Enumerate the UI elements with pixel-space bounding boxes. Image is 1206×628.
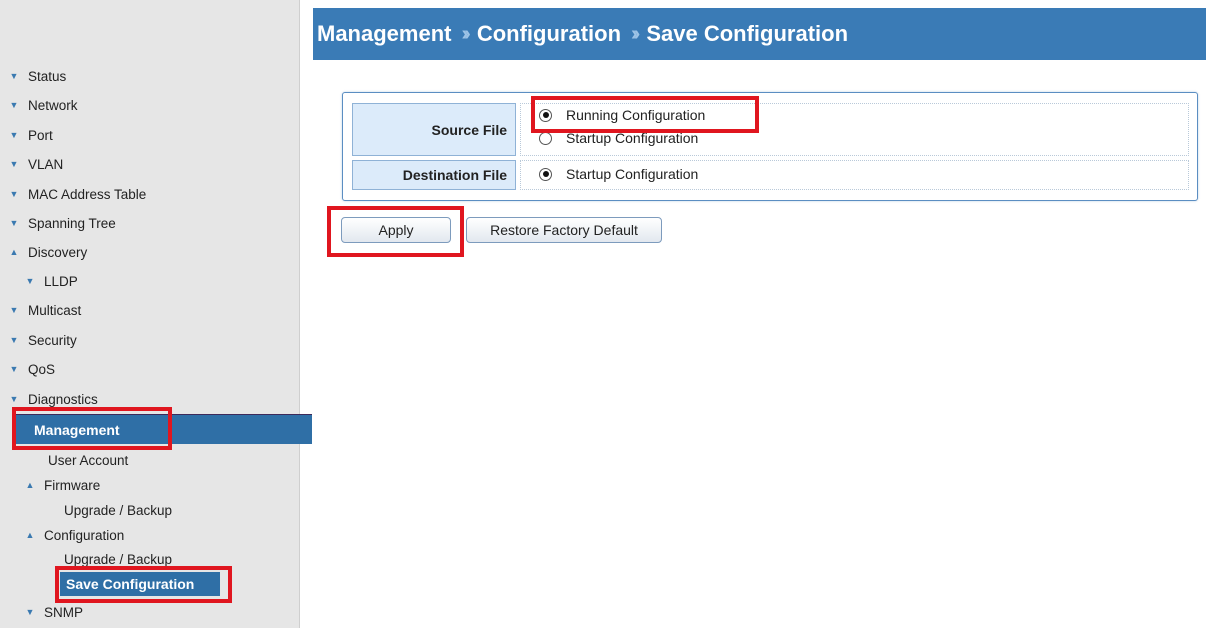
chevron-down-icon: ▼	[25, 276, 35, 286]
chevron-up-icon: ▲	[25, 480, 35, 490]
sidebar-item-save-configuration[interactable]: Save Configuration	[60, 572, 220, 596]
sidebar-item-configuration-upgrade-backup[interactable]: Upgrade / Backup	[0, 548, 172, 570]
sidebar-item-label: Configuration	[44, 527, 125, 543]
source-startup-radio[interactable]	[539, 131, 552, 145]
sidebar-item-vlan[interactable]: ▼ VLAN	[0, 153, 64, 175]
sidebar-item-label: Multicast	[28, 302, 82, 318]
chevron-down-icon: ▼	[9, 189, 19, 199]
destination-startup-label: Startup Configuration	[566, 166, 699, 182]
chevron-down-icon: ▼	[25, 607, 35, 617]
sidebar-item-label: Port	[28, 127, 53, 143]
radio-selected-dot	[542, 112, 549, 118]
sidebar-item-label: SNMP	[44, 604, 84, 620]
sidebar-item-label: VLAN	[28, 156, 64, 172]
sidebar-item-qos[interactable]: ▼ QoS	[0, 358, 55, 380]
sidebar-item-label: Status	[28, 68, 67, 84]
sidebar-item-configuration[interactable]: ▲ Configuration	[0, 524, 125, 546]
save-configuration-form: Source File Running Configuration Startu…	[342, 92, 1198, 201]
sidebar-item-spanning-tree[interactable]: ▼ Spanning Tree	[0, 212, 116, 234]
sidebar-item-label: Network	[28, 97, 78, 113]
chevron-down-icon: ▼	[9, 159, 19, 169]
sidebar-item-lldp[interactable]: ▼ LLDP	[0, 270, 78, 292]
destination-file-label-text: Destination File	[402, 167, 507, 183]
sidebar-item-management[interactable]: Management	[12, 414, 312, 444]
breadcrumb-management: Management	[317, 21, 452, 46]
sidebar-item-label: Save Configuration	[66, 576, 195, 592]
chevron-up-icon: ▲	[9, 247, 19, 257]
sidebar-item-label: Spanning Tree	[28, 215, 116, 231]
breadcrumb-separator: ››	[461, 22, 471, 45]
chevron-up-icon: ▲	[25, 530, 35, 540]
radio-selected-dot	[542, 171, 549, 177]
sidebar-item-label: Discovery	[28, 244, 88, 260]
page-title: Save Configuration	[646, 21, 849, 46]
sidebar-item-label: LLDP	[44, 273, 78, 289]
sidebar: ▼ Status ▼ Network ▼ Port ▼ VLAN ▼ MAC Addres…	[0, 0, 312, 628]
sidebar-item-label: Upgrade / Backup	[64, 551, 173, 567]
sidebar-item-port[interactable]: ▼ Port	[0, 124, 53, 146]
source-file-label-text: Source File	[431, 121, 507, 138]
sidebar-item-label: Firmware	[44, 477, 101, 493]
destination-startup-option[interactable]: Startup Configuration	[539, 166, 698, 182]
sidebar-item-diagnostics[interactable]: ▼ Diagnostics	[0, 388, 98, 410]
breadcrumb-separator: ››	[631, 22, 641, 45]
source-startup-label: Startup Configuration	[566, 130, 699, 146]
sidebar-item-label: User Account	[48, 452, 129, 468]
chevron-down-icon: ▼	[9, 364, 19, 374]
sidebar-item-network[interactable]: ▼ Network	[0, 94, 78, 116]
sidebar-item-label: Management	[34, 421, 120, 438]
sidebar-item-label: Diagnostics	[28, 391, 98, 407]
sidebar-item-firmware-upgrade-backup[interactable]: Upgrade / Backup	[0, 499, 172, 521]
restore-factory-default-button[interactable]: Restore Factory Default	[466, 217, 662, 243]
destination-startup-radio[interactable]	[539, 167, 552, 181]
source-running-label: Running Configuration	[566, 107, 706, 123]
chevron-down-icon: ▼	[9, 335, 19, 345]
sidebar-item-snmp[interactable]: ▼ SNMP	[0, 601, 83, 623]
sidebar-item-status[interactable]: ▼ Status	[0, 65, 67, 87]
destination-file-label: Destination File	[352, 160, 516, 190]
sidebar-item-multicast[interactable]: ▼ Multicast	[0, 299, 82, 321]
sidebar-item-mac-address-table[interactable]: ▼ MAC Address Table	[0, 183, 147, 205]
chevron-down-icon: ▼	[9, 130, 19, 140]
sidebar-item-security[interactable]: ▼ Security	[0, 329, 77, 351]
breadcrumb: Management ›› Configuration ›› Save Conf…	[313, 8, 1206, 60]
sidebar-item-firmware[interactable]: ▲ Firmware	[0, 474, 101, 496]
source-running-option[interactable]: Running Configuration	[539, 107, 705, 123]
apply-button[interactable]: Apply	[341, 217, 451, 243]
chevron-down-icon: ▼	[9, 305, 19, 315]
sidebar-item-label: QoS	[28, 361, 56, 377]
chevron-down-icon: ▼	[9, 100, 19, 110]
chevron-down-icon: ▼	[9, 218, 19, 228]
source-file-label: Source File	[352, 103, 516, 156]
sidebar-item-user-account[interactable]: User Account	[0, 449, 128, 471]
sidebar-item-discovery[interactable]: ▲ Discovery	[0, 241, 88, 263]
chevron-down-icon: ▼	[9, 394, 19, 404]
sidebar-item-label: MAC Address Table	[28, 186, 147, 202]
source-running-radio[interactable]	[539, 108, 552, 122]
sidebar-item-label: Security	[28, 332, 77, 348]
chevron-down-icon: ▼	[9, 71, 19, 81]
sidebar-item-label: Upgrade / Backup	[64, 502, 173, 518]
source-startup-option[interactable]: Startup Configuration	[539, 130, 698, 146]
breadcrumb-configuration: Configuration	[476, 21, 622, 46]
